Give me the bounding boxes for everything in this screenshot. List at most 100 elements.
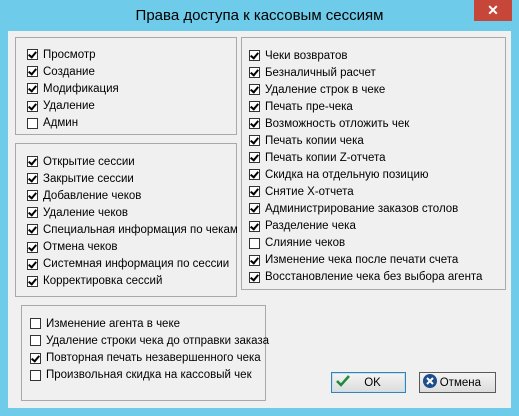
checkbox-label: Админ: [43, 117, 79, 130]
group-other-checkbox-4[interactable]: Произвольная скидка на кассовый чек: [30, 367, 252, 384]
cancel-button[interactable]: Отмена: [419, 372, 496, 393]
checkbox-checked-icon[interactable]: [249, 152, 260, 164]
checkbox-label: Изменение агента в чеке: [46, 317, 181, 330]
group-checks-checkbox-9[interactable]: Снятие X-отчета: [249, 183, 354, 200]
checkbox-label: Восстановление чека без выбора агента: [265, 271, 483, 284]
checkbox-unchecked-icon[interactable]: [30, 335, 41, 347]
checkbox-checked-icon[interactable]: [27, 100, 38, 112]
checkbox-unchecked-icon[interactable]: [30, 318, 41, 329]
group-checks-checkbox-1[interactable]: Чеки возвратов: [249, 47, 348, 64]
checkbox-checked-icon[interactable]: [249, 169, 260, 181]
group-session-checkbox-1[interactable]: Открытие сессии: [27, 153, 135, 170]
checkbox-label: Печать копии Z-отчета: [265, 151, 386, 164]
group-session-checkbox-6[interactable]: Отмена чеков: [27, 239, 118, 256]
checkbox-label: Разделение чека: [265, 220, 356, 232]
checkbox-checked-icon[interactable]: [249, 220, 260, 232]
window-title: Права доступа к кассовым сессиям: [135, 7, 384, 24]
checkbox-label: Произвольная скидка на кассовый чек: [46, 369, 252, 382]
checkbox-label: Печать пре-чека: [265, 100, 353, 113]
checkbox-label: Специальная информация по чекам: [43, 223, 238, 236]
checkbox-label: Возможность отложить чек: [265, 117, 410, 130]
checkbox-label: Безналичный расчет: [265, 66, 376, 79]
group-checks-checkbox-14[interactable]: Восстановление чека без выбора агента: [249, 269, 482, 286]
checkbox-label: Администрирование заказов столов: [265, 202, 459, 215]
group-other-checkbox-3[interactable]: Повторная печать незавершенного чека: [30, 350, 261, 367]
checkbox-checked-icon[interactable]: [27, 241, 38, 253]
group-checks-checkbox-12[interactable]: Слияние чеков: [249, 235, 345, 252]
group-checks-checkbox-5[interactable]: Возможность отложить чек: [249, 115, 409, 132]
cancel-label: Отмена: [439, 376, 481, 389]
checkbox-label: Корректировка сессий: [43, 275, 163, 288]
checkbox-checked-icon[interactable]: [249, 203, 260, 215]
checkbox-label: Снятие X-отчета: [265, 185, 354, 198]
group-basic-checkbox-1[interactable]: Просмотр: [27, 46, 96, 63]
group-checks-checkbox-13[interactable]: Изменение чека после печати счета: [249, 252, 458, 269]
checkbox-checked-icon[interactable]: [249, 254, 260, 266]
checkbox-checked-icon[interactable]: [27, 258, 38, 270]
checkmark-icon: [332, 374, 354, 391]
group-checks-checkbox-11[interactable]: Разделение чека: [249, 218, 356, 235]
group-session-checkbox-7[interactable]: Системная информация по сессии: [27, 256, 229, 273]
checkbox-label: Создание: [43, 65, 95, 78]
checkbox-checked-icon[interactable]: [30, 352, 41, 364]
group-basic-checkbox-4[interactable]: Удаление: [27, 98, 95, 115]
group-checks-checkbox-8[interactable]: Скидка на отдельную позицию: [249, 166, 429, 183]
checkbox-checked-icon[interactable]: [27, 275, 38, 287]
checkbox-checked-icon[interactable]: [249, 101, 260, 113]
checkbox-checked-icon[interactable]: [27, 207, 38, 219]
checkbox-label: Просмотр: [43, 48, 96, 61]
checkbox-checked-icon[interactable]: [249, 271, 260, 283]
checkbox-label: Удаление чеков: [43, 206, 129, 219]
checkbox-label: Скидка на отдельную позицию: [265, 168, 429, 181]
group-checks-checkbox-2[interactable]: Безналичный расчет: [249, 64, 376, 81]
checkbox-label: Слияние чеков: [265, 237, 346, 250]
checkbox-unchecked-icon[interactable]: [27, 117, 38, 129]
group-checks-checkbox-7[interactable]: Печать копии Z-отчета: [249, 149, 386, 166]
checkbox-label: Системная информация по сессии: [43, 258, 230, 271]
dialog-body: Просмотр Создание Модификация Удаление Админ…: [8, 31, 511, 408]
checkbox-label: Удаление строки чека до отправки заказа: [46, 334, 270, 347]
cancel-icon: [420, 373, 440, 392]
group-other-checkbox-2[interactable]: Удаление строки чека до отправки заказа: [30, 332, 269, 349]
ok-button[interactable]: OK: [331, 372, 406, 393]
group-session-checkbox-4[interactable]: Удаление чеков: [27, 204, 128, 221]
group-checks-checkbox-3[interactable]: Удаление строк в чеке: [249, 81, 385, 98]
checkbox-label: Удаление строк в чеке: [265, 83, 386, 96]
checkbox-checked-icon[interactable]: [27, 156, 38, 167]
group-session-checkbox-2[interactable]: Закрытие сессии: [27, 170, 134, 187]
checkbox-checked-icon[interactable]: [249, 67, 260, 79]
title-bar[interactable]: Права доступа к кассовым сессиям ✕: [0, 0, 519, 31]
checkbox-checked-icon[interactable]: [249, 84, 260, 96]
checkbox-checked-icon[interactable]: [27, 83, 38, 95]
checkbox-label: Модификация: [43, 82, 119, 95]
checkbox-label: Открытие сессии: [43, 155, 135, 168]
group-basic-checkbox-5[interactable]: Админ: [27, 115, 78, 132]
checkbox-checked-icon[interactable]: [249, 135, 260, 147]
checkbox-checked-icon[interactable]: [27, 190, 38, 202]
checkbox-checked-icon[interactable]: [27, 224, 38, 236]
checkbox-label: Чеки возвратов: [265, 49, 348, 62]
group-basic-checkbox-2[interactable]: Создание: [27, 63, 95, 80]
checkbox-unchecked-icon[interactable]: [249, 237, 260, 249]
checkbox-label: Изменение чека после печати счета: [265, 254, 459, 267]
checkbox-label: Добавление чеков: [43, 189, 142, 202]
group-checks-checkbox-10[interactable]: Администрирование заказов столов: [249, 200, 458, 217]
checkbox-checked-icon[interactable]: [27, 173, 38, 185]
checkbox-checked-icon[interactable]: [27, 66, 38, 78]
checkbox-checked-icon[interactable]: [27, 49, 38, 60]
dialog-window: Права доступа к кассовым сессиям ✕ Просм…: [0, 0, 519, 416]
group-other-checkbox-1[interactable]: Изменение агента в чеке: [30, 315, 180, 332]
checkbox-checked-icon[interactable]: [249, 50, 260, 61]
checkbox-unchecked-icon[interactable]: [30, 369, 41, 381]
ok-label: OK: [364, 376, 381, 389]
checkbox-label: Удаление: [43, 100, 95, 113]
group-session-checkbox-8[interactable]: Корректировка сессий: [27, 273, 162, 290]
group-basic-checkbox-3[interactable]: Модификация: [27, 80, 119, 97]
group-session-checkbox-5[interactable]: Специальная информация по чекам: [27, 221, 238, 238]
group-checks-checkbox-4[interactable]: Печать пре-чека: [249, 98, 353, 115]
close-button[interactable]: ✕: [474, 0, 512, 21]
group-session-checkbox-3[interactable]: Добавление чеков: [27, 187, 141, 204]
checkbox-checked-icon[interactable]: [249, 186, 260, 198]
checkbox-checked-icon[interactable]: [249, 118, 260, 130]
group-checks-checkbox-6[interactable]: Печать копии чека: [249, 132, 364, 149]
